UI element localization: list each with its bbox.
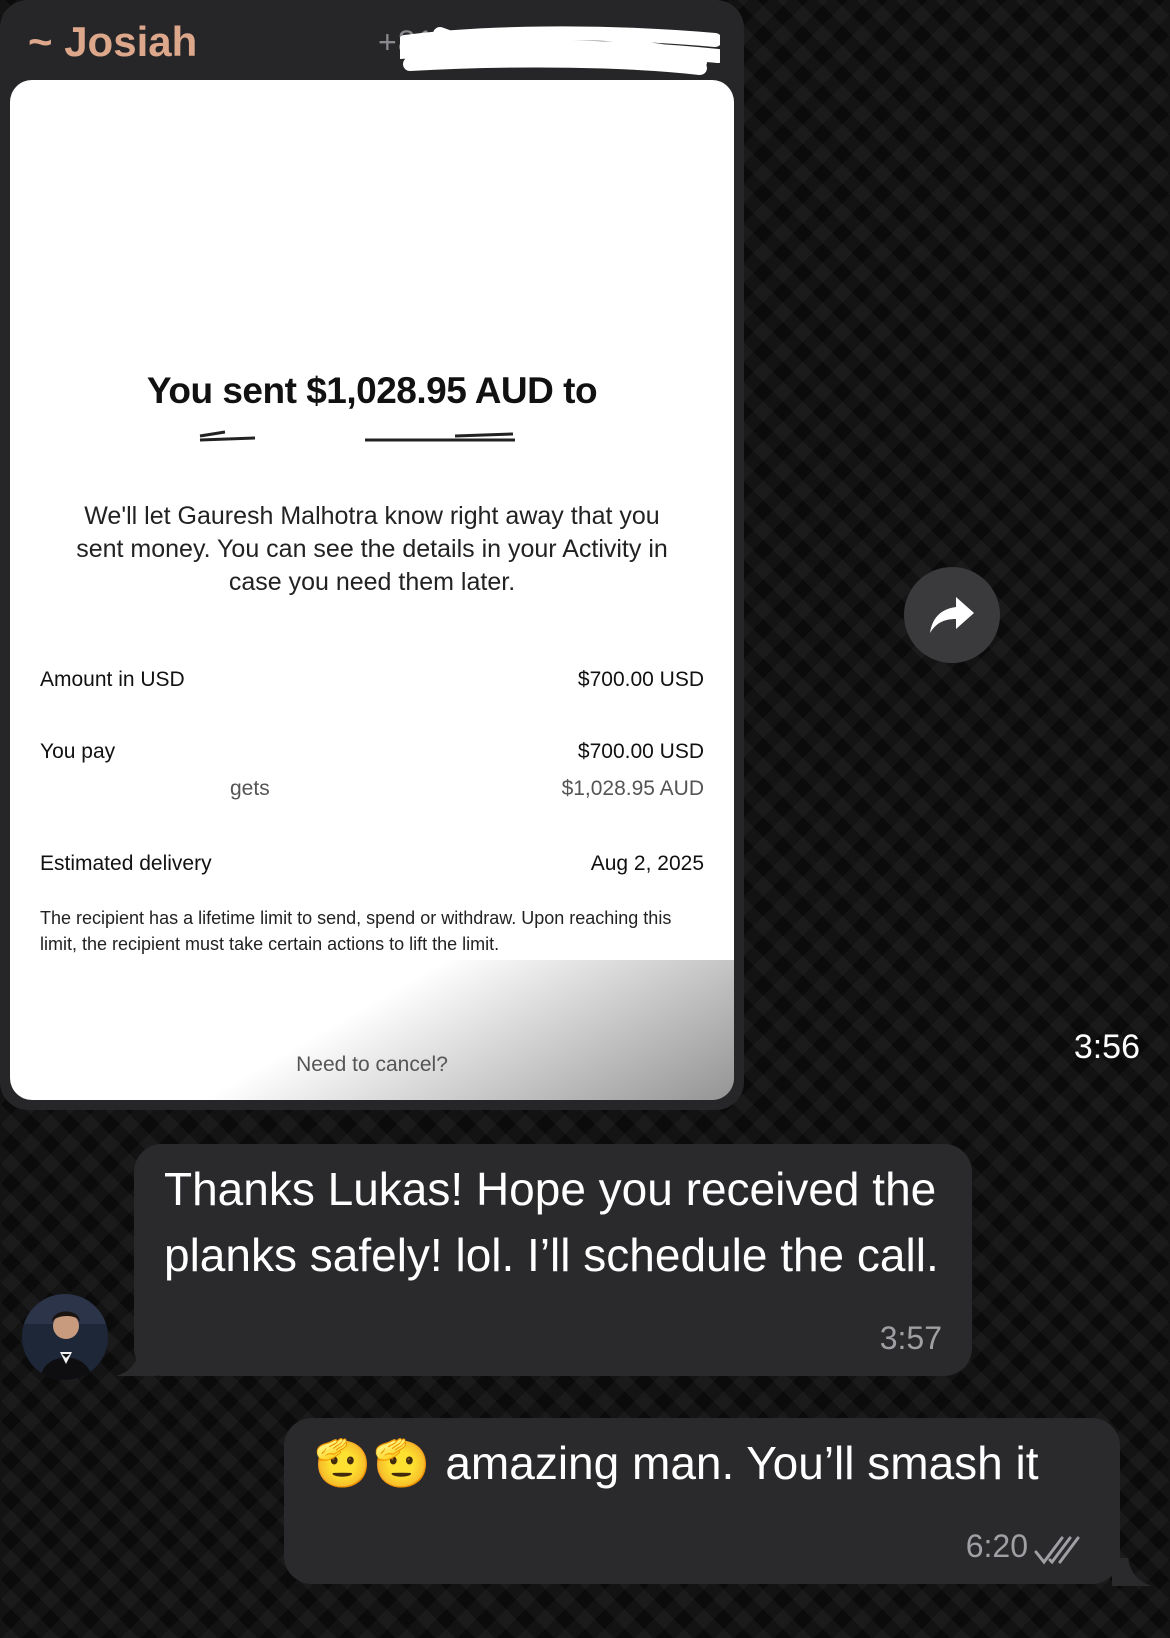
limit-note: The recipient has a lifetime limit to se… xyxy=(40,908,672,954)
message-time: 3:56 xyxy=(1073,1028,1140,1066)
avatar[interactable] xyxy=(22,1294,108,1380)
phone-redaction-scribble xyxy=(400,26,720,75)
forward-button[interactable] xyxy=(904,567,1000,663)
row-label: gets xyxy=(230,777,270,800)
bubble-tail xyxy=(1112,1558,1152,1586)
forward-arrow-icon xyxy=(930,597,974,633)
image-shade xyxy=(10,960,734,1100)
row-value: $700.00 USD xyxy=(577,668,704,691)
message-body: amazing man. You’ll smash it xyxy=(445,1437,1039,1489)
message-time: 3:57 xyxy=(879,1320,942,1356)
saluting-face-emoji: 🫡🫡 xyxy=(314,1437,433,1489)
sender-name[interactable]: ~ Josiah xyxy=(28,18,197,66)
payment-receipt-image[interactable]: You sent $1,028.95 AUD to We'll let Gaur… xyxy=(10,80,734,1100)
message-text: 🫡🫡 amazing man. You’ll smash it xyxy=(314,1430,1094,1496)
incoming-message-bubble[interactable]: Thanks Lukas! Hope you received the plan… xyxy=(134,1144,972,1376)
avatar-photo xyxy=(22,1294,108,1380)
recipient-name-redaction xyxy=(199,430,515,442)
image-message-bubble[interactable]: ~ Josiah +81 You sent $1,028.95 AUD to W… xyxy=(0,0,1140,1110)
row-label: Estimated delivery xyxy=(40,852,212,875)
row-value: $1,028.95 AUD xyxy=(561,777,704,800)
row-label: Amount in USD xyxy=(40,668,185,691)
message-time: 6:20 xyxy=(965,1528,1028,1564)
double-check-icon xyxy=(1034,1536,1080,1565)
row-label: You pay xyxy=(40,740,116,763)
row-value: $700.00 USD xyxy=(577,740,704,763)
row-value: Aug 2, 2025 xyxy=(590,852,704,875)
message-text: Thanks Lukas! Hope you received the plan… xyxy=(164,1163,939,1281)
receipt-title: You sent $1,028.95 AUD to xyxy=(146,370,598,411)
outgoing-message-bubble[interactable]: 🫡🫡 amazing man. You’ll smash it 6:20 xyxy=(284,1418,1120,1584)
bubble-tail xyxy=(116,1348,156,1376)
cancel-link: Need to cancel? xyxy=(296,1053,448,1076)
receipt-note: We'll let Gauresh Malhotra know right aw… xyxy=(76,502,668,596)
